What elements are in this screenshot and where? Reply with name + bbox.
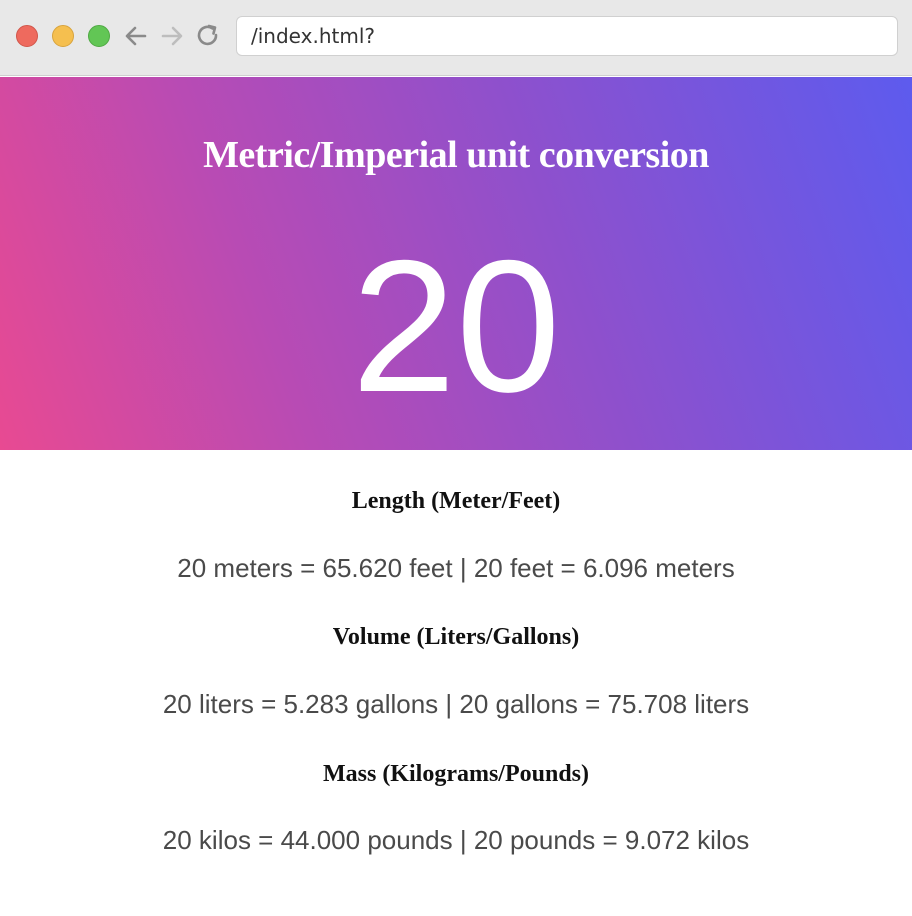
close-window-icon[interactable]: [16, 25, 38, 47]
reload-button[interactable]: [193, 20, 223, 52]
input-value-display: 20: [351, 221, 561, 431]
volume-conversion-text: 20 liters = 5.283 gallons | 20 gallons =…: [162, 689, 750, 719]
mass-conversion-text: 20 kilos = 44.000 pounds | 20 pounds = 9…: [162, 825, 750, 855]
back-arrow-icon: [125, 26, 147, 46]
address-bar[interactable]: /index.html?: [236, 16, 898, 56]
forward-arrow-icon: [161, 26, 183, 46]
maximize-window-icon[interactable]: [88, 25, 110, 47]
mass-heading: Mass (Kilograms/Pounds): [322, 761, 589, 787]
hero-banner: Metric/Imperial unit conversion 20: [0, 77, 912, 450]
browser-toolbar: /index.html?: [0, 0, 912, 76]
volume-heading: Volume (Liters/Gallons): [332, 624, 580, 650]
reload-icon: [197, 24, 218, 46]
forward-button[interactable]: [157, 20, 187, 52]
length-heading: Length (Meter/Feet): [351, 488, 561, 514]
back-button[interactable]: [121, 20, 151, 52]
minimize-window-icon[interactable]: [52, 25, 74, 47]
length-conversion-text: 20 meters = 65.620 feet | 20 feet = 6.09…: [177, 553, 735, 583]
page-title: Metric/Imperial unit conversion: [203, 134, 709, 176]
